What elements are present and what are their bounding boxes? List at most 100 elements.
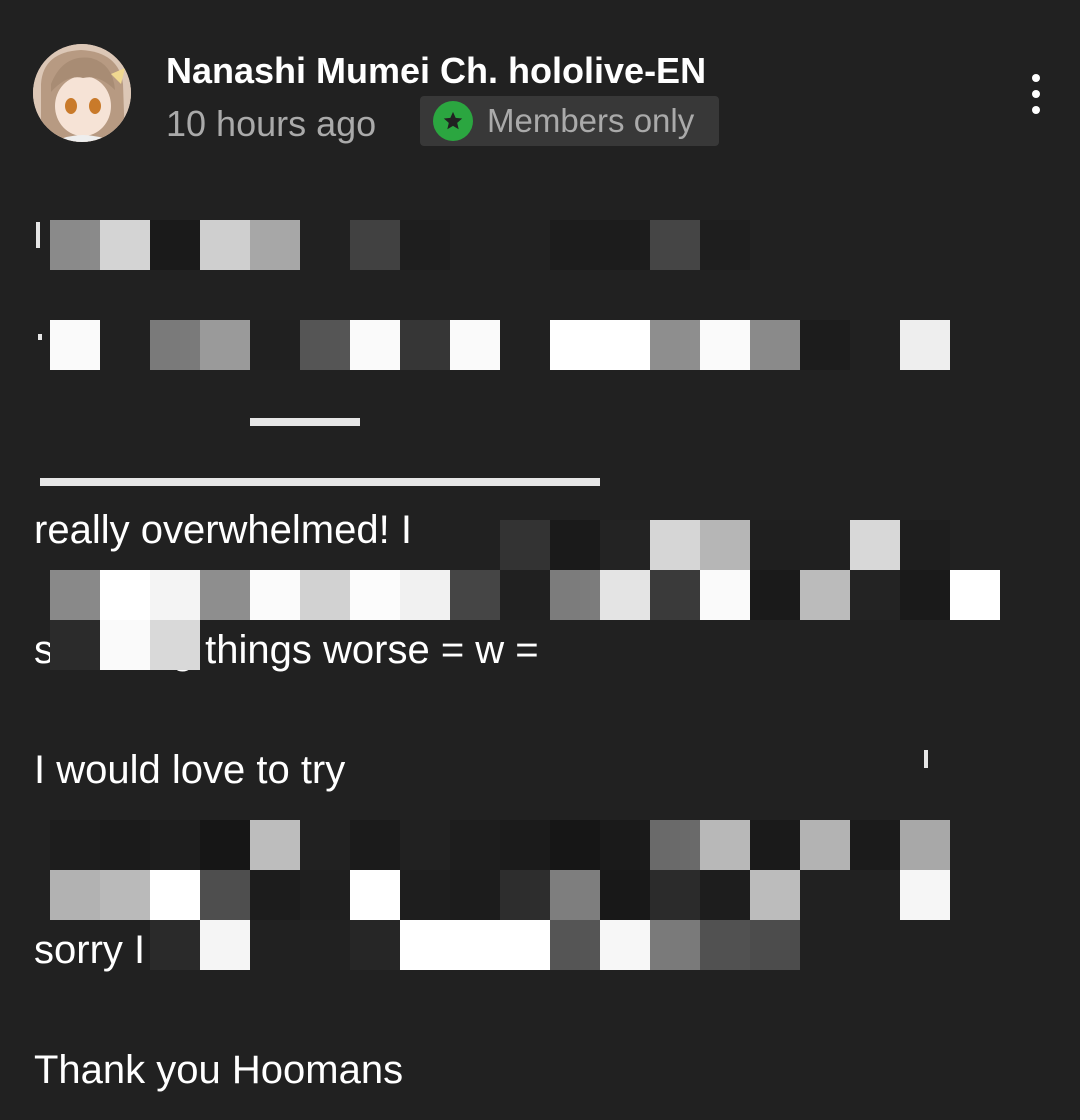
mosaic-tile	[550, 320, 600, 370]
mosaic-tile	[550, 820, 600, 870]
mosaic-tile	[850, 520, 900, 570]
mosaic-tile	[600, 920, 650, 970]
post-timestamp[interactable]: 10 hours ago	[166, 103, 376, 145]
post-line-try: I would love to try	[34, 748, 346, 792]
mosaic-tile	[700, 920, 750, 970]
mosaic-tile	[600, 820, 650, 870]
mosaic-tile	[650, 320, 700, 370]
mosaic-tile	[550, 570, 600, 620]
mosaic-tile	[200, 320, 250, 370]
mosaic-tile	[350, 320, 400, 370]
mosaic-tile	[700, 820, 750, 870]
mosaic-tile	[50, 870, 100, 920]
menu-dot	[1032, 106, 1040, 114]
mosaic-tile	[700, 320, 750, 370]
mosaic-tile	[900, 870, 950, 920]
mosaic-tile	[50, 320, 100, 370]
mosaic-tile	[750, 920, 800, 970]
mosaic-tile	[700, 870, 750, 920]
mosaic-tile	[650, 870, 700, 920]
mosaic-tile	[650, 220, 700, 270]
mosaic-tile	[750, 320, 800, 370]
mosaic-tile	[200, 820, 250, 870]
mosaic-tile	[750, 820, 800, 870]
text-fragment	[36, 222, 40, 248]
mosaic-tile	[550, 520, 600, 570]
mosaic-tile	[500, 520, 550, 570]
mosaic-tile	[750, 870, 800, 920]
mosaic-tile	[300, 320, 350, 370]
mosaic-tile	[250, 320, 300, 370]
channel-name[interactable]: Nanashi Mumei Ch. hololive-EN	[166, 50, 706, 92]
mosaic-tile	[400, 320, 450, 370]
mosaic-tile	[450, 870, 500, 920]
mosaic-tile	[450, 570, 500, 620]
mosaic-tile	[400, 870, 450, 920]
mosaic-tile	[950, 570, 1000, 620]
mosaic-tile	[100, 870, 150, 920]
mosaic-tile	[650, 570, 700, 620]
mosaic-tile	[200, 220, 250, 270]
mosaic-tile	[100, 620, 150, 670]
mosaic-tile	[850, 570, 900, 620]
mosaic-tile	[750, 570, 800, 620]
mosaic-tile	[350, 920, 400, 970]
mosaic-tile	[600, 870, 650, 920]
mosaic-tile	[800, 320, 850, 370]
mosaic-tile	[200, 870, 250, 920]
mosaic-tile	[550, 920, 600, 970]
menu-dot	[1032, 90, 1040, 98]
mosaic-tile	[50, 820, 100, 870]
mosaic-tile	[150, 220, 200, 270]
mosaic-tile	[500, 570, 550, 620]
mosaic-tile	[600, 220, 650, 270]
text-fragment	[38, 334, 42, 340]
mosaic-tile	[550, 220, 600, 270]
star-icon	[433, 101, 473, 141]
mosaic-tile	[100, 820, 150, 870]
mosaic-tile	[200, 570, 250, 620]
mosaic-tile	[900, 820, 950, 870]
mosaic-tile	[250, 220, 300, 270]
mosaic-tile	[350, 570, 400, 620]
channel-avatar[interactable]	[33, 44, 131, 142]
post-line-sorry: sorry I	[34, 928, 146, 972]
mosaic-tile	[600, 570, 650, 620]
mosaic-tile	[900, 320, 950, 370]
post-line-overwhelmed: really overwhelmed! I	[34, 508, 412, 552]
mosaic-tile	[600, 520, 650, 570]
members-only-label: Members only	[487, 102, 695, 139]
mosaic-tile	[300, 870, 350, 920]
mosaic-tile	[800, 820, 850, 870]
mosaic-tile	[600, 320, 650, 370]
post-line-thanks: Thank you Hoomans	[34, 1048, 404, 1092]
mosaic-tile	[250, 820, 300, 870]
mosaic-tile	[150, 920, 200, 970]
more-vertical-icon[interactable]	[1014, 68, 1058, 120]
mosaic-tile	[150, 320, 200, 370]
mosaic-tile	[900, 520, 950, 570]
text-fragment	[250, 418, 360, 426]
mosaic-tile	[650, 920, 700, 970]
mosaic-tile	[350, 820, 400, 870]
mosaic-tile	[150, 620, 200, 670]
mosaic-tile	[400, 220, 450, 270]
mosaic-tile	[150, 570, 200, 620]
mosaic-tile	[400, 570, 450, 620]
mosaic-tile	[750, 520, 800, 570]
mosaic-tile	[50, 570, 100, 620]
mosaic-tile	[500, 820, 550, 870]
mosaic-tile	[250, 870, 300, 920]
mosaic-tile	[500, 920, 550, 970]
members-only-badge: Members only	[420, 96, 719, 146]
mosaic-tile	[650, 820, 700, 870]
mosaic-tile	[50, 620, 100, 670]
mosaic-tile	[900, 570, 950, 620]
mosaic-tile	[550, 870, 600, 920]
mosaic-tile	[100, 220, 150, 270]
menu-dot	[1032, 74, 1040, 82]
mosaic-tile	[650, 520, 700, 570]
mosaic-tile	[700, 220, 750, 270]
mosaic-tile	[300, 570, 350, 620]
mosaic-tile	[450, 820, 500, 870]
